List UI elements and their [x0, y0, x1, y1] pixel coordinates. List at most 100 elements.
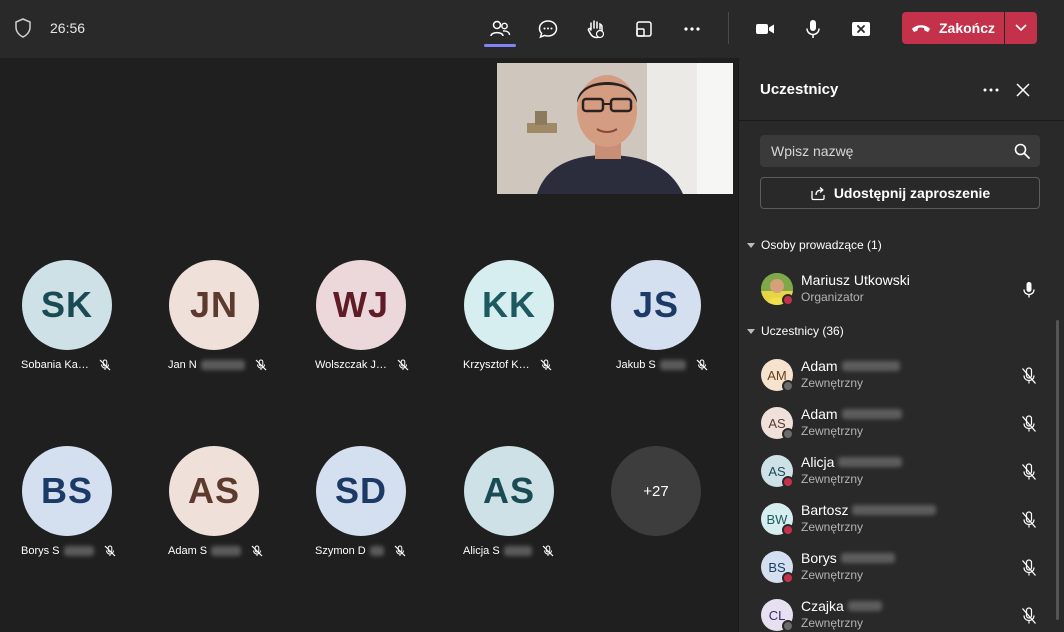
mic-off-icon[interactable]	[1021, 559, 1037, 577]
mic-off-icon	[397, 359, 409, 371]
status-badge	[782, 476, 794, 488]
mic-off-icon	[394, 545, 406, 557]
presenters-section-header[interactable]: Osoby prowadzące (1)	[747, 238, 882, 252]
microphone-icon[interactable]	[1021, 281, 1037, 299]
meeting-toolbar: 26:56 Zakończ	[0, 0, 1064, 58]
share-screen-button[interactable]	[843, 12, 879, 46]
share-invite-button[interactable]: Udostępnij zaproszenie	[760, 177, 1040, 209]
attendee-item[interactable]: AS Alicja Zewnętrzny	[739, 449, 1064, 493]
panel-scrollbar[interactable]	[1056, 320, 1059, 620]
attendees-header-text: Uczestnicy (36)	[761, 324, 844, 338]
mic-off-icon[interactable]	[1021, 463, 1037, 481]
organizer-item[interactable]: Mariusz Utkowski Organizator	[739, 267, 1064, 311]
participant-tile[interactable]: SD Szymon D	[292, 446, 430, 557]
search-box[interactable]	[760, 135, 1040, 167]
person-name-text: Borys	[801, 550, 837, 566]
blurred-surname	[659, 360, 686, 370]
end-call-label: Zakończ	[938, 20, 995, 36]
participant-tile[interactable]: KK Krzysztof K…	[440, 260, 578, 371]
status-badge	[782, 294, 794, 306]
mic-off-icon	[542, 545, 554, 557]
active-tab-indicator	[484, 44, 516, 47]
person-name-text: Adam	[801, 406, 838, 422]
panel-divider	[739, 120, 1064, 121]
people-button[interactable]	[482, 12, 518, 46]
attendee-item[interactable]: BW Bartosz Zewnętrzny	[739, 497, 1064, 541]
shield-icon	[15, 18, 31, 38]
end-call-button[interactable]: Zakończ	[902, 12, 1004, 44]
mic-off-icon[interactable]	[1021, 511, 1037, 529]
person-role: Zewnętrzny	[801, 376, 864, 390]
panel-close-button[interactable]	[1011, 78, 1035, 102]
more-participants-count[interactable]: +27	[611, 446, 701, 536]
attendee-item[interactable]: AS Adam Zewnętrzny	[739, 401, 1064, 445]
blurred-surname	[838, 457, 903, 467]
participant-name: Adam S	[168, 545, 263, 557]
blurred-surname	[847, 601, 882, 611]
share-icon	[811, 187, 825, 201]
caret-down-icon	[747, 242, 755, 248]
participant-tile[interactable]: WJ Wolszczak J…	[292, 260, 430, 371]
participant-name-text: Szymon D	[315, 545, 366, 557]
camera-icon	[756, 24, 774, 34]
person-name-text: Alicja	[801, 454, 835, 470]
participant-name-text: Alicja S	[463, 545, 500, 557]
more-options-button[interactable]	[674, 12, 710, 46]
participant-name-text: Borys S	[21, 545, 60, 557]
mic-off-icon[interactable]	[1021, 607, 1037, 625]
microphone-icon	[806, 20, 820, 38]
participant-tile[interactable]: AS Alicja S	[440, 446, 578, 557]
mic-off-icon	[255, 359, 267, 371]
attendee-item[interactable]: CL Czajka Zewnętrzny	[739, 593, 1064, 632]
mic-off-icon	[540, 359, 552, 371]
blurred-surname	[841, 361, 900, 371]
participants-panel: Uczestnicy Udostępnij zaproszenie Osoby …	[738, 58, 1064, 632]
person-role: Organizator	[801, 290, 864, 304]
participant-tile[interactable]: AS Adam S	[145, 446, 283, 557]
panel-more-button[interactable]	[979, 78, 1003, 102]
participant-name-text: Wolszczak J…	[315, 359, 387, 371]
mic-off-icon	[104, 545, 115, 557]
self-video-preview[interactable]	[497, 63, 733, 194]
participant-avatar: AS	[464, 446, 554, 536]
mic-off-icon[interactable]	[1021, 367, 1037, 385]
participant-tile[interactable]: JS Jakub S	[587, 260, 725, 371]
chat-button[interactable]	[530, 12, 566, 46]
end-call-options-button[interactable]	[1005, 12, 1037, 44]
participant-name: Sobania Ka…	[21, 359, 111, 371]
person-name-text: Bartosz	[801, 502, 849, 518]
attendee-item[interactable]: AM Adam Zewnętrzny	[739, 353, 1064, 397]
status-badge	[782, 620, 794, 632]
person-name: Bartosz	[801, 502, 937, 518]
share-invite-label: Udostępnij zaproszenie	[833, 185, 991, 201]
share-tray-button[interactable]	[626, 12, 662, 46]
more-participants-tile[interactable]: +27	[587, 446, 725, 536]
hang-up-icon	[911, 25, 930, 32]
attendee-item[interactable]: BS Borys Zewnętrzny	[739, 545, 1064, 589]
raise-hand-button[interactable]	[578, 12, 614, 46]
blurred-surname	[200, 360, 245, 370]
panel-title: Uczestnicy	[760, 81, 839, 98]
participant-name: Alicja S	[463, 545, 554, 557]
status-badge	[782, 524, 794, 536]
mic-off-icon[interactable]	[1021, 415, 1037, 433]
search-input[interactable]	[760, 135, 1040, 167]
participant-tile[interactable]: SK Sobania Ka…	[0, 260, 136, 371]
person-name-text: Adam	[801, 358, 838, 374]
more-icon	[983, 88, 999, 92]
participant-name-text: Jan N	[168, 359, 197, 371]
attendees-section-header[interactable]: Uczestnicy (36)	[747, 324, 844, 338]
participant-tile[interactable]: JN Jan N	[145, 260, 283, 371]
participant-avatar: AS	[169, 446, 259, 536]
person-role: Zewnętrzny	[801, 472, 864, 486]
blurred-surname	[369, 546, 384, 556]
person-name-text: Czajka	[801, 598, 844, 614]
camera-button[interactable]	[747, 12, 783, 46]
more-icon	[684, 27, 700, 31]
meeting-stage: SK Sobania Ka… JN Jan N WJ Wolszczak J… …	[0, 58, 738, 632]
participant-name: Szymon D	[315, 545, 406, 557]
chat-icon	[538, 20, 558, 39]
participant-name: Jakub S	[616, 359, 708, 371]
participant-tile[interactable]: BS Borys S	[0, 446, 136, 557]
microphone-button[interactable]	[795, 12, 831, 46]
